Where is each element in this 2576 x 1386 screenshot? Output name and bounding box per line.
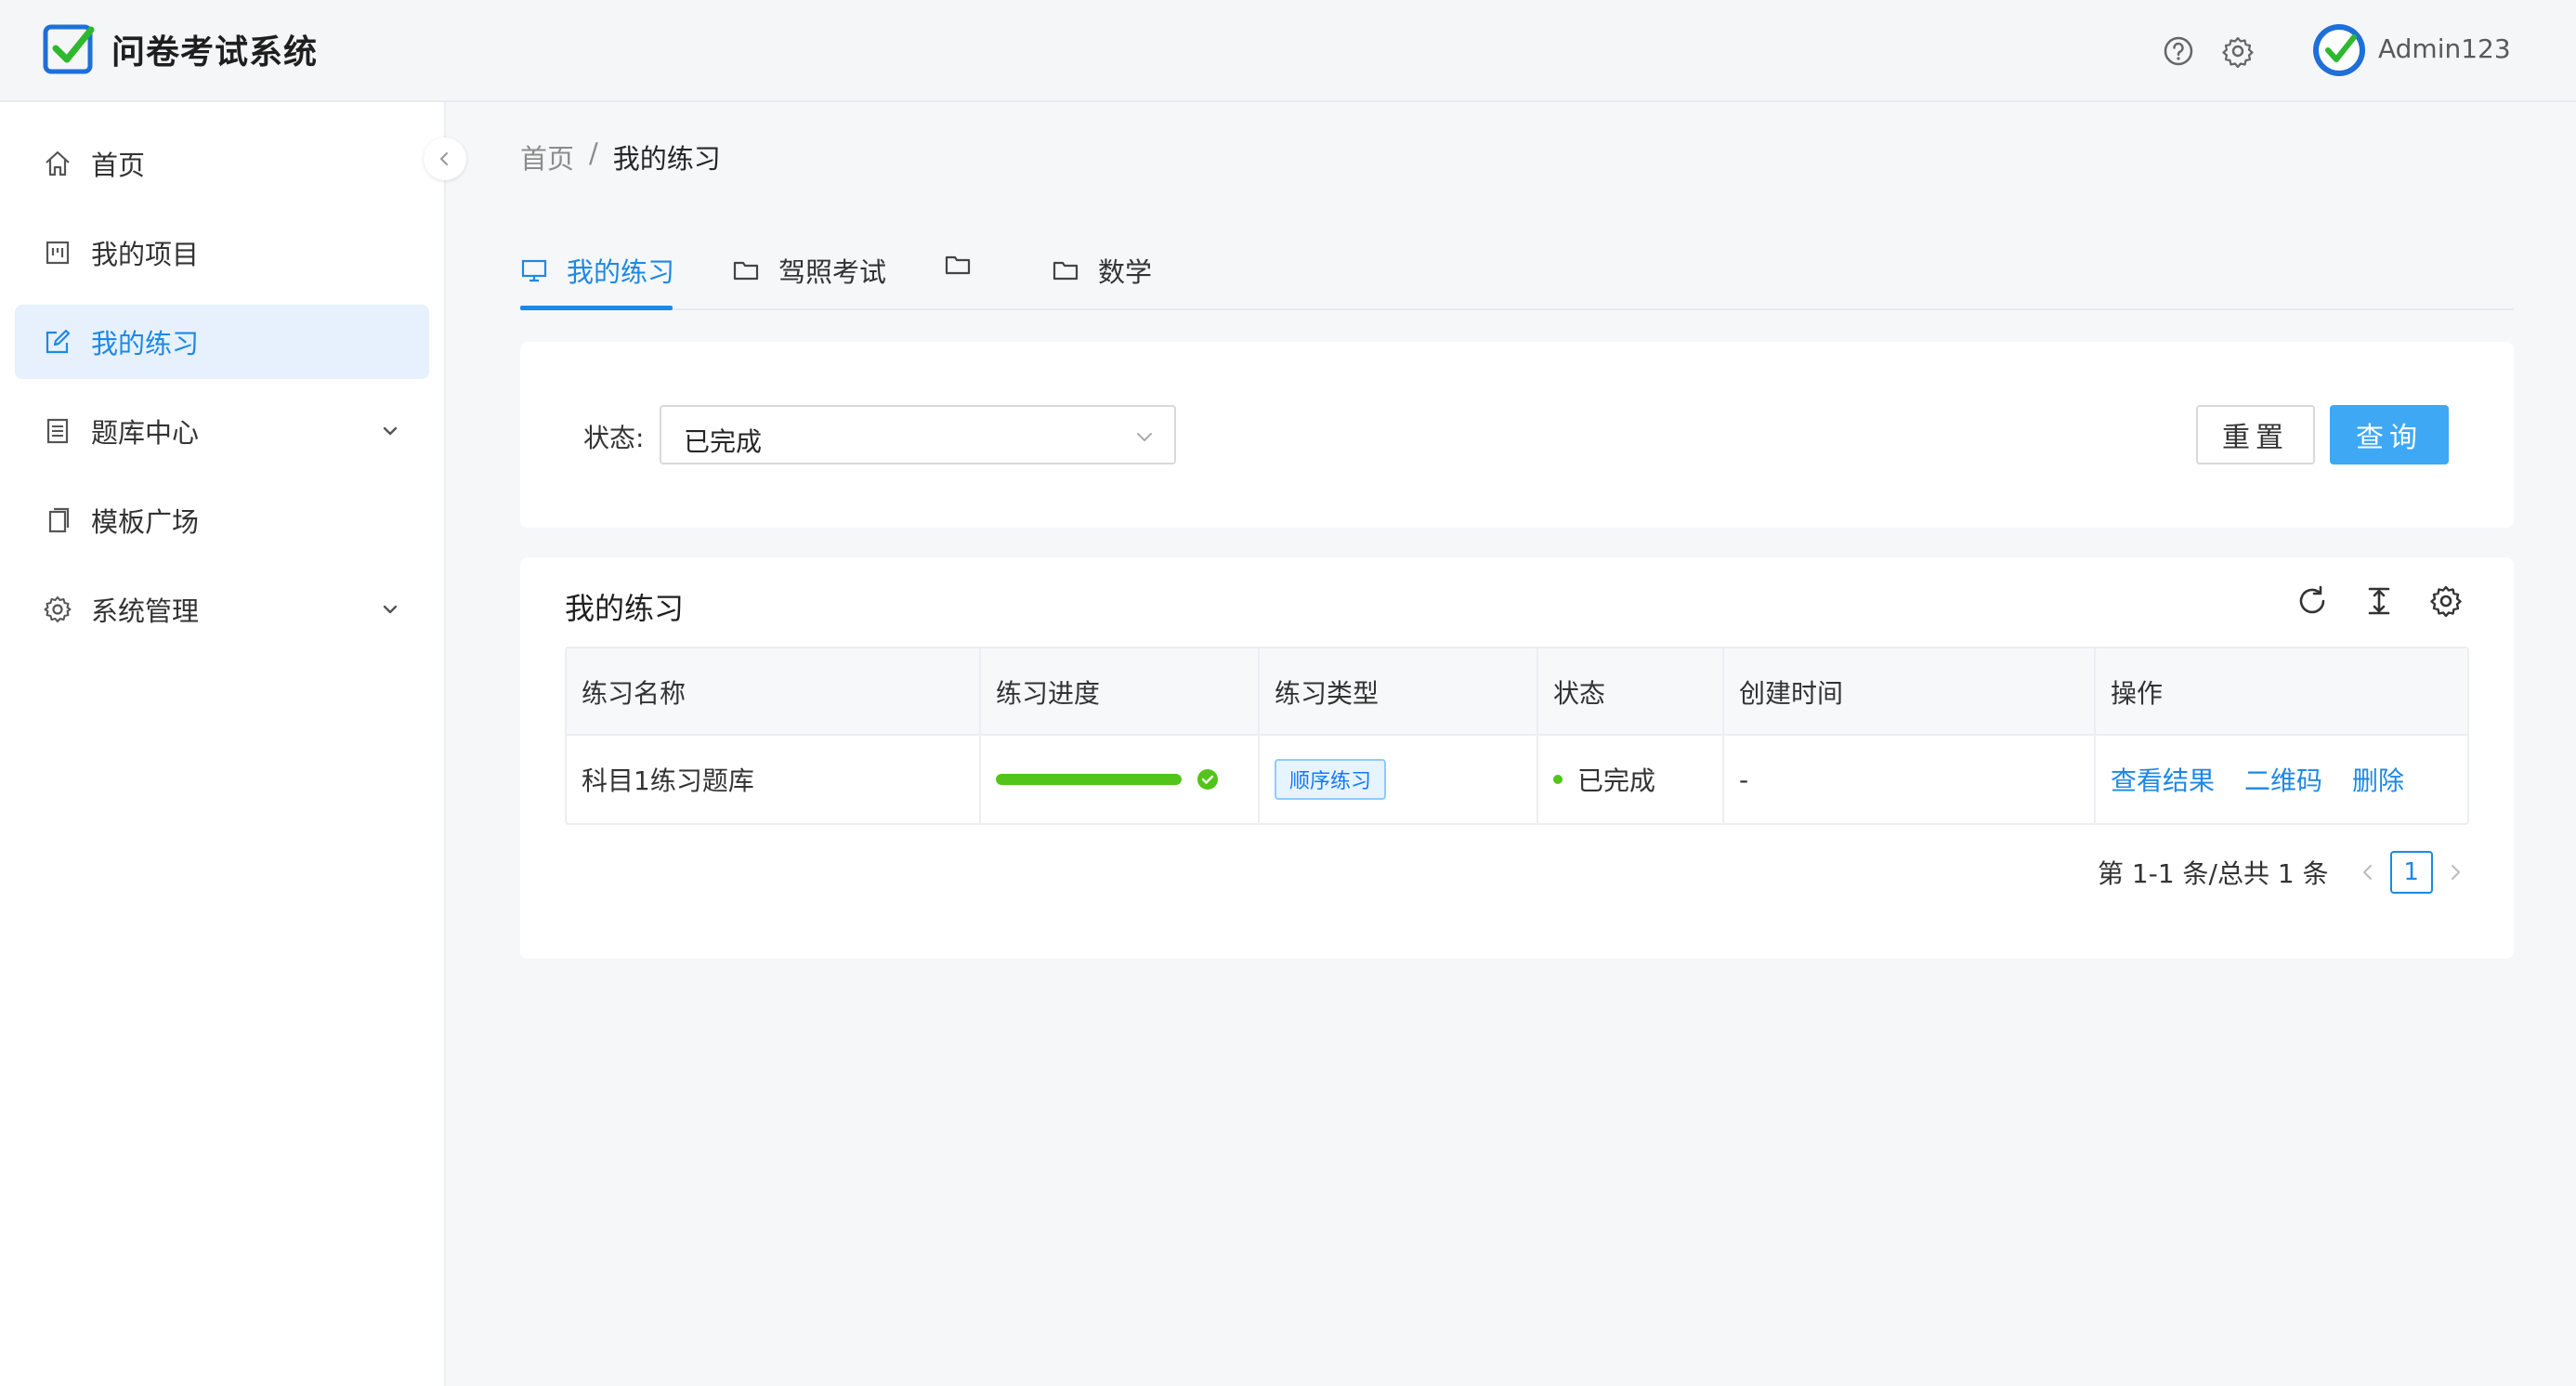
practice-name-cell: 科目1练习题库 (567, 736, 981, 823)
query-button[interactable]: 查询 (2330, 405, 2449, 464)
monitor-icon (521, 259, 547, 282)
tab-active-indicator (520, 306, 673, 310)
status-dot (1553, 775, 1563, 784)
pagination-summary: 第 1-1 条/总共 1 条 (2098, 858, 2329, 889)
check-circle-icon (1197, 769, 1218, 790)
status-filter-label: 状态: (583, 423, 645, 453)
breadcrumb-home[interactable]: 首页 (520, 137, 574, 177)
tab-label: 数学 (1098, 256, 1153, 288)
sidebar-collapse-button[interactable] (424, 137, 466, 180)
column-height-icon[interactable] (2361, 583, 2397, 619)
sidebar-item-label: 我的练习 (91, 328, 200, 360)
sidebar-item-question-bank[interactable]: 题库中心 (15, 394, 429, 468)
home-icon (46, 150, 70, 177)
sidebar-item-label: 首页 (91, 150, 146, 181)
created-time-cell: - (1724, 736, 2096, 823)
tab-math[interactable]: 数学 (1052, 251, 1152, 290)
gear-icon (44, 596, 72, 622)
breadcrumb: 首页 / 我的练习 (520, 137, 721, 177)
chevron-down-icon[interactable] (379, 420, 401, 442)
tab-label: 驾照考试 (778, 256, 887, 288)
chevron-left-icon[interactable] (2357, 861, 2379, 883)
tab-bar: 我的练习 驾照考试 数学 (520, 240, 2514, 310)
reset-button[interactable]: 重置 (2196, 405, 2315, 464)
filter-card: 状态: 已完成 重置 查询 (520, 342, 2514, 528)
actions-cell: 查看结果 二维码 删除 (2096, 736, 2467, 823)
avatar[interactable] (2311, 22, 2367, 78)
delete-link[interactable]: 删除 (2352, 761, 2404, 798)
table-row: 科目1练习题库 顺序练习 已完成 - 查看结果 二维码 删除 (567, 736, 2467, 823)
sidebar: 首页 我的项目 我的练习 题库中心 模板广场 系统管理 (0, 102, 446, 1386)
tab-label: 我的练习 (567, 256, 675, 288)
column-header: 创建时间 (1724, 648, 2096, 736)
chevron-left-icon (440, 152, 448, 165)
sidebar-item-my-projects[interactable]: 我的项目 (15, 216, 429, 290)
status-select[interactable]: 已完成 (660, 405, 1176, 464)
breadcrumb-separator: / (589, 137, 598, 169)
app-title: 问卷考试系统 (111, 33, 319, 72)
checkbox-logo-icon (43, 24, 95, 74)
tab-unnamed-folder[interactable] (944, 251, 990, 279)
sidebar-item-template-plaza[interactable]: 模板广场 (15, 483, 429, 557)
sidebar-item-label: 系统管理 (91, 595, 200, 627)
column-header: 练习进度 (981, 648, 1260, 736)
chevron-down-icon (1137, 433, 1152, 441)
column-header: 操作 (2111, 678, 2164, 709)
chevron-right-icon[interactable] (2444, 861, 2466, 883)
qr-code-link[interactable]: 二维码 (2244, 761, 2322, 798)
progress-bar-fill (996, 774, 1182, 785)
practice-type-tag: 顺序练习 (1275, 759, 1387, 800)
practice-table-card: 我的练习 练习名称 练习进度 练习类型 状态 创建时间 操作 科目1练习题库 顺… (520, 557, 2514, 959)
breadcrumb-current: 我的练习 (612, 143, 721, 175)
status-select-value: 已完成 (684, 426, 763, 457)
page-number-button[interactable]: 1 (2389, 851, 2433, 894)
edit-icon (46, 329, 71, 354)
chevron-down-icon[interactable] (379, 598, 401, 621)
practice-type-cell: 顺序练习 (1260, 736, 1538, 823)
table-title: 我的练习 (565, 591, 685, 626)
column-header: 练习名称 (567, 648, 981, 736)
column-header: 状态 (1538, 648, 1724, 736)
column-header: 练习类型 (1260, 648, 1538, 736)
template-icon (48, 507, 70, 533)
table-header-row: 练习名称 练习进度 练习类型 状态 创建时间 操作 (567, 648, 2467, 736)
tab-driving-test[interactable]: 驾照考试 (732, 251, 886, 290)
settings-icon[interactable] (2220, 33, 2256, 69)
question-bank-icon (46, 418, 69, 444)
sidebar-item-my-practice[interactable]: 我的练习 (15, 305, 429, 379)
refresh-icon[interactable] (2295, 583, 2330, 619)
progress-cell (981, 736, 1260, 823)
username[interactable]: Admin123 (2378, 33, 2511, 64)
practice-table: 练习名称 练习进度 练习类型 状态 创建时间 操作 科目1练习题库 顺序练习 已… (565, 647, 2469, 825)
folder-icon (1053, 261, 1079, 281)
folder-icon (733, 261, 759, 281)
project-icon (46, 241, 70, 265)
table-settings-icon[interactable] (2428, 583, 2464, 619)
tab-my-practice[interactable]: 我的练习 (520, 251, 674, 290)
help-icon[interactable] (2161, 33, 2196, 69)
sidebar-item-label: 题库中心 (91, 417, 200, 449)
folder-icon (945, 255, 971, 275)
sidebar-item-home[interactable]: 首页 (15, 126, 429, 201)
app-logo[interactable]: 问卷考试系统 (43, 22, 318, 76)
sidebar-item-system-management[interactable]: 系统管理 (15, 572, 429, 647)
status-badge: 已完成 (1577, 765, 1656, 796)
progress-bar (996, 774, 1182, 785)
pagination: 第 1-1 条/总共 1 条 1 (2098, 851, 2466, 894)
sidebar-item-label: 我的项目 (91, 239, 200, 270)
view-result-link[interactable]: 查看结果 (2111, 761, 2215, 798)
status-cell: 已完成 (1538, 736, 1724, 823)
top-header: 问卷考试系统 Admin123 (0, 0, 2576, 102)
sidebar-item-label: 模板广场 (91, 506, 200, 538)
